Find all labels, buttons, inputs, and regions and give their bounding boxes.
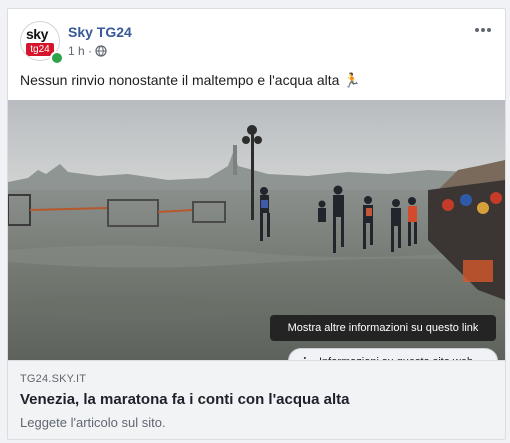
post-card: sky tg24 Sky TG24 1 h · Nessun rinvio no…: [7, 8, 506, 440]
link-description: Leggete l'articolo sul sito.: [20, 415, 166, 430]
globe-icon: [95, 45, 107, 57]
post-meta: 1 h ·: [68, 44, 107, 58]
author-name[interactable]: Sky TG24: [68, 24, 132, 40]
more-options-icon[interactable]: [471, 21, 495, 39]
avatar-logo-sky: sky: [26, 26, 48, 42]
link-domain: TG24.SKY.IT: [20, 373, 87, 385]
online-status-icon: [50, 51, 64, 65]
link-preview[interactable]: TG24.SKY.IT Venezia, la maratona fa i co…: [8, 360, 505, 439]
link-info-tooltip: Mostra altre informazioni su questo link: [270, 315, 496, 341]
post-time[interactable]: 1 h ·: [68, 44, 92, 58]
page-avatar[interactable]: sky tg24: [20, 21, 64, 65]
post-text: Nessun rinvio nonostante il maltempo e l…: [20, 72, 361, 88]
link-title[interactable]: Venezia, la maratona fa i conti con l'ac…: [20, 391, 350, 408]
